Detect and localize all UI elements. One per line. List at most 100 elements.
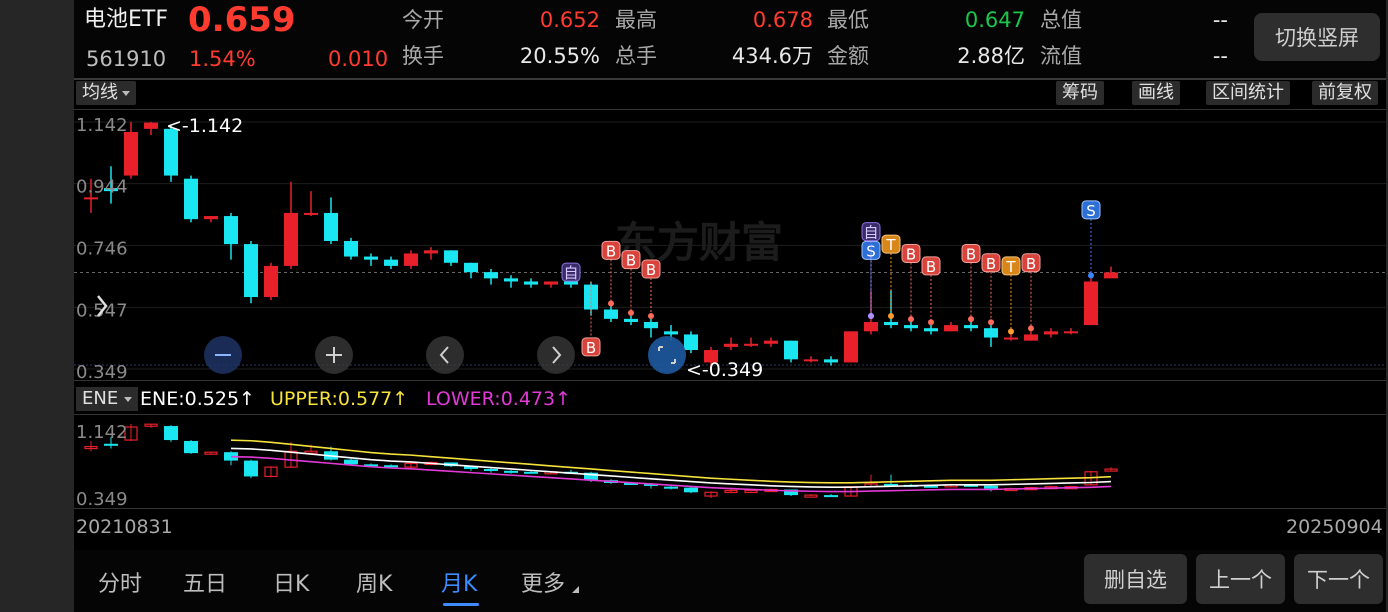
candle: [204, 216, 218, 223]
candle: [1084, 278, 1098, 326]
candle: [824, 356, 838, 366]
signal-marker: B: [621, 250, 641, 316]
mini-candle-body: [104, 443, 118, 446]
y-axis-label: 0.746: [76, 238, 128, 259]
candle: [724, 337, 738, 350]
candle: [504, 275, 518, 288]
candle-body: [764, 340, 778, 344]
fullscreen-button[interactable]: [648, 336, 686, 374]
candle: [264, 262, 278, 301]
candle-body: [424, 250, 438, 254]
ene-line: [230, 447, 1112, 488]
signal-label: T: [1005, 258, 1016, 276]
candle-body: [264, 265, 278, 298]
candle-body: [824, 359, 838, 363]
y-axis-label: 0.349: [76, 362, 128, 383]
active-tab-underline: [443, 603, 479, 606]
tab-weekly-k[interactable]: 周K: [356, 566, 392, 598]
candle: [484, 269, 498, 285]
scroll-right-button[interactable]: [537, 336, 575, 374]
fullscreen-bg: [648, 336, 686, 374]
candle-body: [504, 278, 518, 282]
upper-value: UPPER:0.577↑: [270, 388, 409, 410]
signal-marker: B: [961, 243, 981, 323]
chart-top-border: [74, 109, 1386, 110]
indicator-legend: ENE ENE:0.525↑ UPPER:0.577↑ LOWER:0.473↑: [74, 385, 1386, 413]
end-date: 20250904: [1286, 516, 1383, 538]
candle: [384, 256, 398, 270]
candle: [184, 175, 198, 223]
candle: [444, 250, 458, 266]
ene-top-border: [74, 414, 1386, 415]
ene-y-axis-label: 0.349: [76, 489, 128, 510]
candle: [1004, 334, 1018, 341]
candle-body: [1004, 337, 1018, 340]
mini-candle: [884, 474, 898, 486]
candle-body: [184, 178, 198, 220]
candle: [744, 337, 758, 347]
signal-marker: S: [1081, 200, 1101, 279]
candle: [1044, 328, 1058, 338]
more-arrow-icon: [572, 586, 579, 593]
candle: [244, 240, 258, 304]
candle: [904, 321, 918, 332]
mini-candle: [184, 440, 198, 455]
candle-body: [724, 343, 738, 347]
mini-candle: [504, 469, 518, 474]
candle-body: [864, 321, 878, 332]
signal-label: 自: [863, 224, 878, 242]
mini-candle: [824, 494, 838, 498]
candle: [624, 315, 638, 326]
scroll-left-bg: [426, 336, 464, 374]
upper-line: [230, 439, 1112, 484]
mini-candle: [284, 441, 298, 469]
signal-marker: B: [641, 259, 661, 319]
candle-body: [304, 212, 318, 215]
mini-candle-body: [804, 494, 818, 498]
candle-body: [1064, 331, 1078, 334]
remove-watchlist-button[interactable]: 删自选: [1084, 554, 1187, 604]
tab-daily-k[interactable]: 日K: [273, 566, 309, 598]
mini-candle: [704, 491, 718, 498]
max-price-annotation: <-1.142: [166, 115, 243, 137]
candle-body: [1044, 331, 1058, 335]
zoom-in-button[interactable]: [315, 336, 353, 374]
candle-body: [944, 325, 958, 332]
candle: [364, 253, 378, 266]
tab-monthly-k[interactable]: 月K: [441, 566, 477, 598]
signal-label: B: [626, 252, 636, 270]
candle-body: [744, 343, 758, 346]
mini-candle-body: [164, 426, 178, 441]
signal-dot: [1008, 328, 1014, 335]
mini-candle-body: [664, 486, 678, 489]
scroll-left-button[interactable]: [426, 336, 464, 374]
tab-intraday[interactable]: 分时: [98, 566, 142, 598]
mini-candle: [204, 451, 218, 455]
candle-body: [144, 122, 158, 129]
mini-candle-body: [184, 440, 198, 454]
mini-candle: [804, 494, 818, 498]
mini-candle: [1104, 467, 1118, 472]
next-button[interactable]: 下一个: [1294, 554, 1383, 604]
tab-five-day[interactable]: 五日: [183, 566, 227, 598]
min-price-annotation: <-0.349: [686, 359, 763, 381]
candle-body: [524, 281, 538, 285]
candle-body: [1084, 281, 1098, 326]
mini-candle: [164, 425, 178, 442]
zoom-out-button[interactable]: [204, 336, 242, 374]
ene-bottom-border: [74, 508, 1386, 509]
mini-candle: [684, 486, 698, 494]
prev-button[interactable]: 上一个: [1196, 554, 1285, 604]
signal-dot: [608, 300, 614, 307]
indicator-select[interactable]: ENE: [76, 387, 139, 411]
candle: [644, 318, 658, 338]
candle-body: [344, 240, 358, 257]
candle-body: [124, 131, 138, 176]
signal-label: B: [966, 245, 976, 263]
start-date: 20210831: [76, 516, 173, 538]
signal-dot: [1088, 272, 1094, 279]
tab-more[interactable]: 更多: [521, 566, 565, 598]
mini-candle: [484, 468, 498, 473]
signal-dot: [868, 312, 874, 319]
kline-chart[interactable]: 东方财富 自BBBBS自TBBBB T BS 1.1420.9440.7460.54…: [0, 0, 1388, 612]
